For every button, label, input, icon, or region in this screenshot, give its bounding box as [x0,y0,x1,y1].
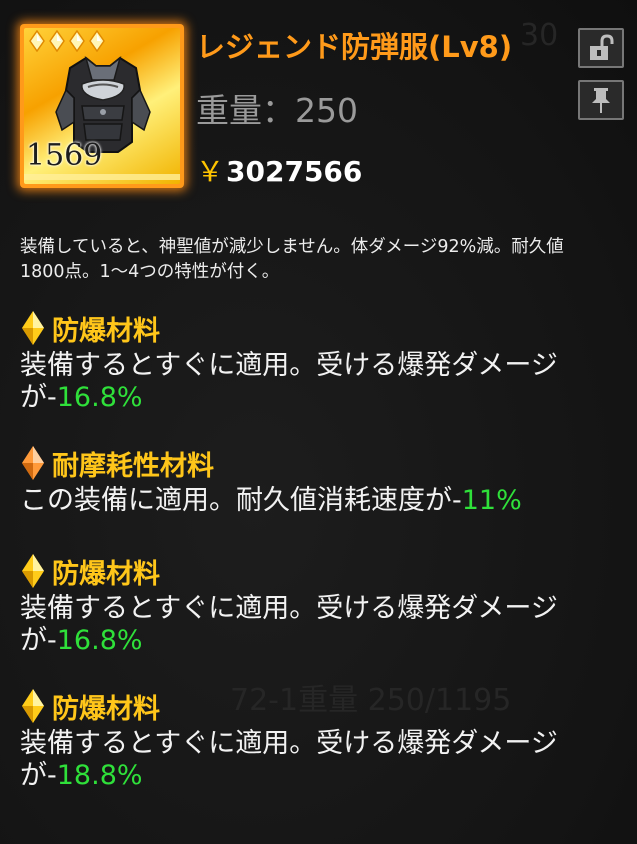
trait-title: 防爆材料 [52,315,160,347]
price-value: 3027566 [226,155,363,188]
trait-description: 装備するとすぐに適用。受ける爆発ダメージが-16.8% [20,593,620,657]
rarity-stars [28,30,106,52]
yellow-diamond-icon [22,311,44,345]
trait-title: 防爆材料 [52,558,160,590]
trait-item: 耐摩耗性材料 この装備に適用。耐久値消耗速度が-11% [20,443,620,517]
lock-toggle-button[interactable] [578,28,624,68]
trait-item: 防爆材料 装備するとすぐに適用。受ける爆発ダメージが-18.8% [20,686,620,792]
trait-value: 18.8% [56,760,143,791]
trait-description: 装備するとすぐに適用。受ける爆発ダメージが-18.8% [20,728,620,792]
trait-value: 11% [461,485,522,516]
trait-text: この装備に適用。耐久値消耗速度が- [20,485,462,516]
trait-description: この装備に適用。耐久値消耗速度が-11% [20,485,620,517]
item-price: ￥3027566 [196,150,362,190]
trait-value: 16.8% [56,625,143,656]
yellow-diamond-icon [22,554,44,588]
item-description: 装備していると、神聖値が減少しません。体ダメージ92%減。耐久値1800点。1～… [20,237,564,282]
trait-item: 防爆材料 装備するとすぐに適用。受ける爆発ダメージが-16.8% [20,551,620,657]
trait-item: 防爆材料 装備するとすぐに適用。受ける爆発ダメージが-16.8% [20,308,620,414]
trait-description: 装備するとすぐに適用。受ける爆発ダメージが-16.8% [20,350,620,414]
trait-value: 16.8% [56,382,143,413]
rarity-diamond-icon [29,30,45,52]
unlock-icon [590,34,614,60]
trait-title: 防爆材料 [52,693,160,725]
background-ghost-text: 30 [520,18,559,53]
item-name: レジェンド防弾服(Lv8) [196,30,513,64]
item-weight: 重量：250 [196,91,358,130]
trait-header: 耐摩耗性材料 [20,443,620,483]
rarity-diamond-icon [49,30,65,52]
pin-button[interactable] [578,80,624,120]
yellow-diamond-icon [22,689,44,723]
item-detail-panel: 30 72-1重量 250/1195 1569 レジェンド防弾服(Lv8) 重量… [0,0,637,844]
yen-symbol: ￥ [196,155,225,188]
item-card-inner: 1569 [24,28,180,184]
item-count: 1569 [26,138,103,173]
trait-title: 耐摩耗性材料 [52,450,214,482]
trait-header: 防爆材料 [20,308,620,348]
trait-header: 防爆材料 [20,551,620,591]
orange-diamond-icon [22,446,44,480]
pin-icon [592,88,610,113]
rarity-diamond-icon [69,30,85,52]
trait-header: 防爆材料 [20,686,620,726]
item-card[interactable]: 1569 [20,24,184,188]
rarity-diamond-icon [89,30,105,52]
item-card-bar [24,174,180,180]
